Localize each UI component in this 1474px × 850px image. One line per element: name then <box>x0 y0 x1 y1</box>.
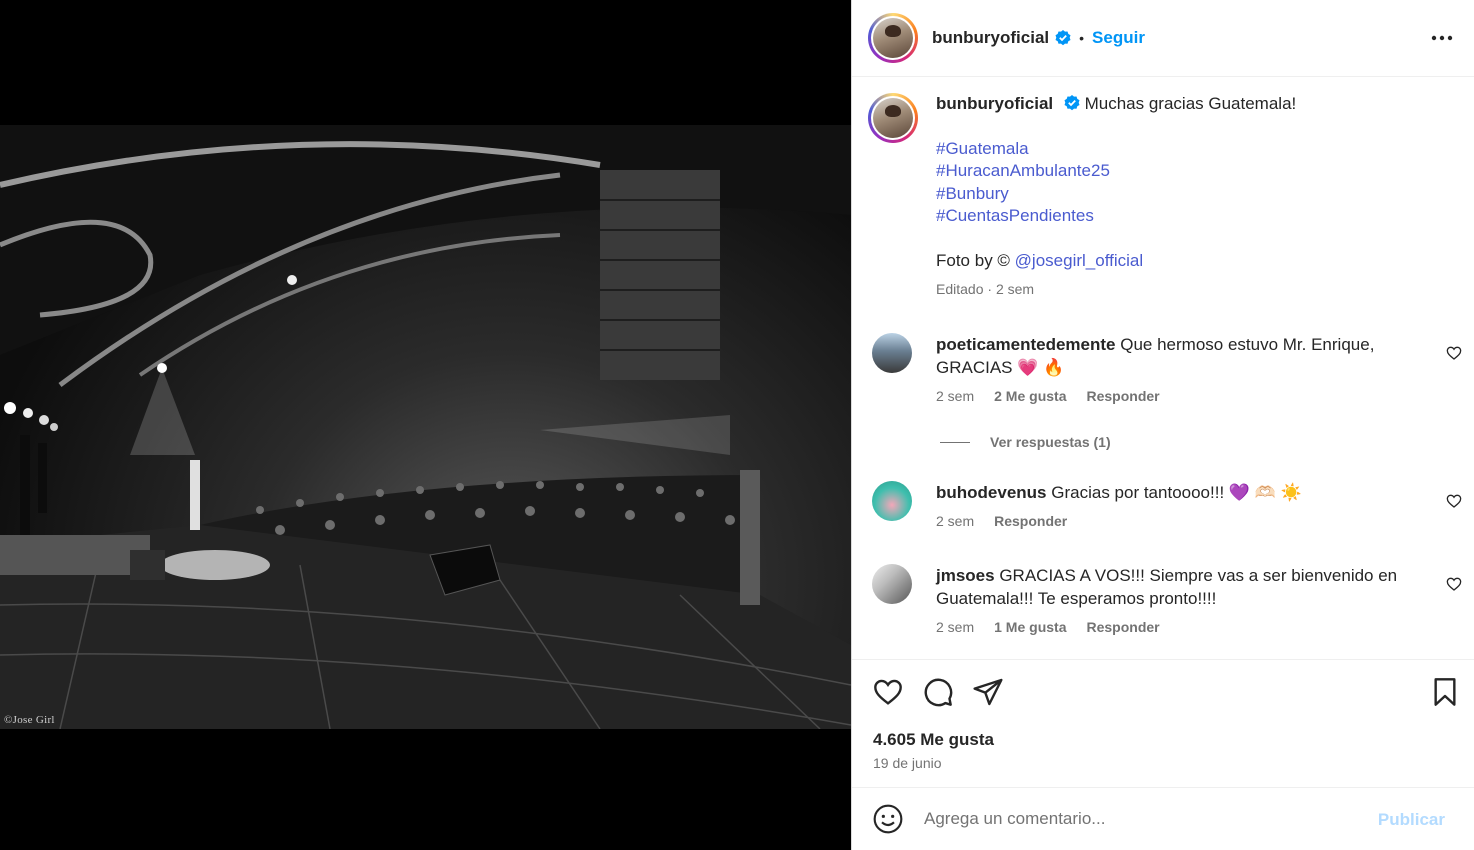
reply-button[interactable]: Responder <box>1086 388 1159 404</box>
comment-time[interactable]: 2 sem <box>936 619 974 635</box>
caption-text: Muchas gracias Guatemala! <box>1084 94 1297 113</box>
share-icon[interactable] <box>972 676 1004 708</box>
photo-credit-line: Foto by © @josegirl_official <box>936 250 1458 273</box>
likes-count[interactable]: 4.605 Me gusta <box>873 730 994 750</box>
post-details-panel: bunburyoficial • Seguir bunburyoficial M… <box>851 0 1474 850</box>
comment-likes[interactable]: 2 Me gusta <box>994 388 1066 404</box>
comment-input[interactable] <box>924 809 1364 829</box>
commenter-username[interactable]: jmsoes <box>936 566 995 585</box>
comment-icon[interactable] <box>922 676 954 708</box>
comment-text: Gracias por tantoooo!!! 💜 🫶🏻 ☀️ <box>1051 483 1302 502</box>
verified-badge-icon <box>1064 95 1080 111</box>
post-header: bunburyoficial • Seguir <box>852 0 1474 77</box>
caption-time[interactable]: 2 sem <box>996 281 1034 297</box>
comment-like-heart-icon[interactable] <box>1446 576 1462 592</box>
comment-item: buhodevenus Gracias por tantoooo!!! 💜 🫶🏻… <box>872 481 1462 529</box>
post-photo[interactable]: ©Jose Girl <box>0 125 851 729</box>
comment-time[interactable]: 2 sem <box>936 513 974 529</box>
reply-button[interactable]: Responder <box>994 513 1067 529</box>
author-avatar[interactable] <box>868 13 918 63</box>
edited-label: Editado <box>936 281 984 297</box>
comment-item: poeticamentedemente Que hermoso estuvo M… <box>872 333 1462 404</box>
view-replies-button[interactable]: Ver respuestas (1) <box>940 434 1111 450</box>
post-actions: 4.605 Me gusta 19 de junio <box>852 659 1474 787</box>
header-separator: • <box>1079 30 1085 46</box>
post-media: ©Jose Girl <box>0 0 851 850</box>
add-comment-bar: Publicar <box>852 787 1474 850</box>
photo-watermark: ©Jose Girl <box>4 714 55 726</box>
verified-badge-icon <box>1055 30 1071 46</box>
comment-like-heart-icon[interactable] <box>1446 493 1462 509</box>
emoji-icon[interactable] <box>872 803 904 835</box>
comment-time[interactable]: 2 sem <box>936 388 974 404</box>
comment-like-heart-icon[interactable] <box>1446 345 1462 361</box>
comment-likes[interactable]: 1 Me gusta <box>994 619 1066 635</box>
publish-button[interactable]: Publicar <box>1378 810 1445 830</box>
hashtag-link[interactable]: #Guatemala <box>936 138 1458 161</box>
author-username[interactable]: bunburyoficial <box>932 28 1049 48</box>
hashtag-link[interactable]: #Bunbury <box>936 183 1458 206</box>
caption-author-avatar[interactable] <box>868 93 918 143</box>
view-replies-label: Ver respuestas (1) <box>990 434 1111 450</box>
caption-username[interactable]: bunburyoficial <box>936 94 1053 113</box>
caption-meta: Editado · 2 sem <box>936 281 1035 297</box>
commenter-avatar[interactable] <box>872 333 912 373</box>
reply-button[interactable]: Responder <box>1086 619 1159 635</box>
comments-section[interactable]: bunburyoficial Muchas gracias Guatemala!… <box>852 78 1474 658</box>
commenter-username[interactable]: poeticamentedemente <box>936 335 1116 354</box>
post-caption: bunburyoficial Muchas gracias Guatemala!… <box>868 93 1458 301</box>
comment-text: GRACIAS A VOS!!! Siempre vas a ser bienv… <box>936 566 1398 608</box>
commenter-username[interactable]: buhodevenus <box>936 483 1047 502</box>
comment-item: jmsoes GRACIAS A VOS!!! Siempre vas a se… <box>872 564 1462 635</box>
photo-credit-prefix: Foto by © <box>936 250 1015 270</box>
photographer-mention-link[interactable]: @josegirl_official <box>1015 251 1143 270</box>
concert-stage-image <box>0 125 851 729</box>
commenter-avatar[interactable] <box>872 564 912 604</box>
replies-divider <box>940 441 970 443</box>
bookmark-icon[interactable] <box>1429 676 1461 708</box>
hashtag-link[interactable]: #HuracanAmbulante25 <box>936 160 1458 183</box>
post-date[interactable]: 19 de junio <box>873 755 942 771</box>
follow-button[interactable]: Seguir <box>1092 28 1145 48</box>
caption-hashtags: #Guatemala #HuracanAmbulante25 #Bunbury … <box>936 138 1458 228</box>
hashtag-link[interactable]: #CuentasPendientes <box>936 205 1458 228</box>
commenter-avatar[interactable] <box>872 481 912 521</box>
more-horizontal-icon[interactable] <box>1429 26 1455 50</box>
heart-icon[interactable] <box>872 676 904 708</box>
